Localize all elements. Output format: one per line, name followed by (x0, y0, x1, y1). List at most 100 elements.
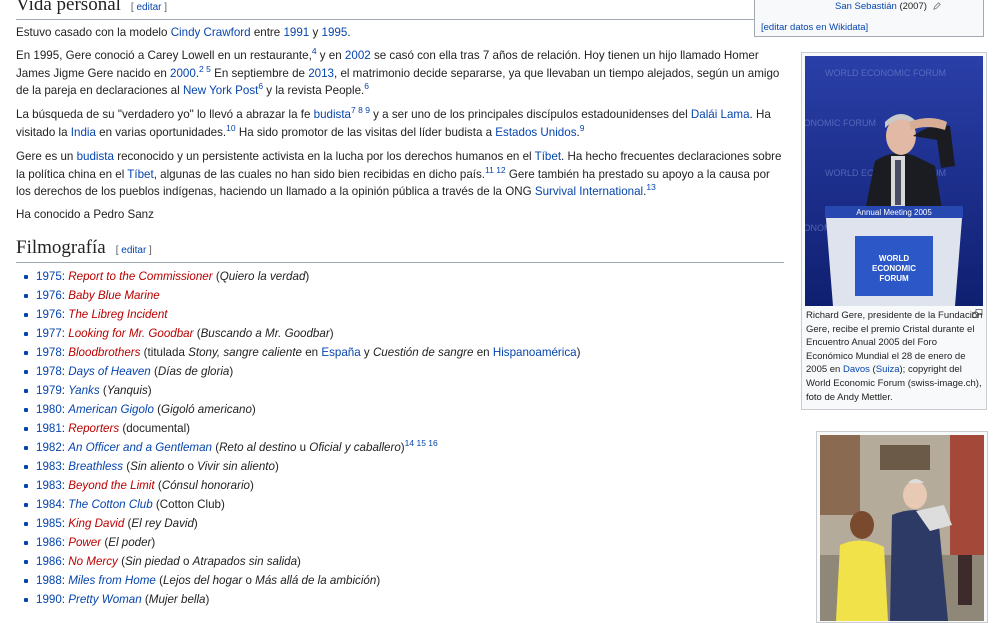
film-title-link[interactable]: An Officer and a Gentleman (68, 441, 212, 454)
film-title-link[interactable]: Looking for Mr. Goodbar (68, 327, 193, 340)
edit-section-link[interactable]: editar (121, 245, 146, 256)
film-title-link[interactable]: Yanks (68, 384, 99, 397)
film-title-link[interactable]: Pretty Woman (68, 593, 141, 606)
film-alt-title: El rey David (131, 517, 194, 530)
backdrop-text: WORLD ECONOMIC FORUM (805, 118, 876, 128)
link-tibet[interactable]: Tíbet (127, 168, 153, 181)
inline-link[interactable]: Hispanoamérica (493, 346, 577, 359)
film-year-link[interactable]: 1981 (36, 422, 62, 435)
link-cindy-crawford[interactable]: Cindy Crawford (171, 26, 251, 39)
film-alt-title: Cuestión de sangre (372, 346, 474, 359)
film-year-link[interactable]: 1978 (36, 346, 62, 359)
film-note: u (296, 441, 310, 454)
reference[interactable]: 10 (226, 123, 235, 133)
podium-logo-text: ECONOMIC (872, 264, 916, 273)
film-year-link[interactable]: 1986 (36, 555, 62, 568)
film-alt-title: Atrapados sin salida (192, 555, 298, 568)
film-title-link[interactable]: The Libreg Incident (68, 308, 167, 321)
filmography-list: 1975: Report to the Commissioner (Quiero… (16, 267, 580, 609)
film-alt-title: Sin aliento (130, 460, 185, 473)
paragraph: Estuvo casado con la modelo Cindy Crawfo… (16, 26, 351, 39)
paragraph: Gere es un budista reconocido y un persi… (16, 150, 782, 198)
film-alt-title: Reto al destino (219, 441, 297, 454)
film-title-link[interactable]: Miles from Home (68, 574, 156, 587)
reference[interactable]: 14 15 16 (405, 438, 438, 448)
film-year-link[interactable]: 1984 (36, 498, 62, 511)
reference[interactable]: 11 12 (485, 165, 506, 175)
link-tibet[interactable]: Tíbet (535, 150, 561, 163)
filmography-item: 1979: Yanks (Yanquis) (23, 381, 580, 400)
link-1995[interactable]: 1995 (322, 26, 348, 39)
film-title-link[interactable]: Beyond the Limit (68, 479, 154, 492)
film-year-link[interactable]: 1988 (36, 574, 62, 587)
film-year-link[interactable]: 1976 (36, 289, 62, 302)
link-budista[interactable]: budista (77, 150, 114, 163)
link-san-sebastian[interactable]: San Sebastián (835, 1, 897, 12)
film-year-link[interactable]: 1985 (36, 517, 62, 530)
film-note: ) (305, 270, 310, 283)
link-2000[interactable]: 2000 (170, 67, 196, 80)
reference[interactable]: 2 5 (199, 64, 211, 74)
film-alt-title: Oficial y caballero (309, 441, 401, 454)
photo-richard-gere-davos[interactable]: WORLD ECONOMIC FORUM WORLD ECONOMIC FORU… (805, 56, 983, 306)
film-year-link[interactable]: 1983 (36, 479, 62, 492)
film-year-link[interactable]: 1983 (36, 460, 62, 473)
photo-street-scene[interactable] (820, 435, 984, 621)
film-year-link[interactable]: 1976 (36, 308, 62, 321)
film-year-link[interactable]: 1990 (36, 593, 62, 606)
film-note: ( (155, 574, 163, 587)
link-india[interactable]: India (71, 126, 96, 139)
film-title-link[interactable]: King David (68, 517, 124, 530)
link-dalai-lama[interactable]: Dalái Lama (691, 108, 750, 121)
filmography-item: 1976: Baby Blue Marine (23, 286, 580, 305)
film-title-link[interactable]: Breathless (68, 460, 123, 473)
film-title-link[interactable]: Power (68, 536, 101, 549)
film-title-link[interactable]: American Gigolo (68, 403, 154, 416)
film-note: ) (376, 574, 381, 587)
reference[interactable]: 9 (580, 123, 585, 133)
filmography-item: 1988: Miles from Home (Lejos del hogar o… (23, 571, 580, 590)
film-year-link[interactable]: 1982 (36, 441, 62, 454)
edit-wikidata-link[interactable]: [editar datos en Wikidata] (761, 22, 868, 33)
film-note: ( (154, 479, 162, 492)
link-budista[interactable]: budista (314, 108, 351, 121)
film-title-link[interactable]: Days of Heaven (68, 365, 151, 378)
film-title-link[interactable]: Baby Blue Marine (68, 289, 160, 302)
film-title-link[interactable]: Reporters (68, 422, 119, 435)
edit-section-link[interactable]: editar (136, 2, 161, 13)
link-estados-unidos[interactable]: Estados Unidos (495, 126, 576, 139)
film-title-link[interactable]: Bloodbrothers (68, 346, 140, 359)
reference[interactable]: 7 8 9 (351, 105, 370, 115)
reference[interactable]: 6 (364, 81, 369, 91)
film-note: o (179, 555, 193, 568)
film-note: ) (147, 384, 152, 397)
link-1991[interactable]: 1991 (283, 26, 309, 39)
film-title-link[interactable]: Report to the Commissioner (68, 270, 212, 283)
film-year-link[interactable]: 1986 (36, 536, 62, 549)
film-year-link[interactable]: 1978 (36, 365, 62, 378)
link-survival-international[interactable]: Survival International (535, 185, 643, 198)
film-title-link[interactable]: No Mercy (68, 555, 118, 568)
film-note: ) (329, 327, 334, 340)
podium-banner: Annual Meeting 2005 (856, 208, 932, 217)
film-note: en (473, 346, 493, 359)
link-2013[interactable]: 2013 (308, 67, 334, 80)
pencil-icon[interactable] (932, 2, 941, 11)
film-title-link[interactable]: The Cotton Club (68, 498, 152, 511)
film-year-link[interactable]: 1977 (36, 327, 62, 340)
film-note: ( (141, 593, 149, 606)
thumbnail-photo-2 (816, 431, 988, 623)
link-suiza[interactable]: Suiza (876, 364, 900, 375)
inline-link[interactable]: España (321, 346, 360, 359)
film-year-link[interactable]: 1980 (36, 403, 62, 416)
filmography-item: 1978: Days of Heaven (Días de gloria) (23, 362, 580, 381)
film-alt-title: Quiero la verdad (219, 270, 306, 283)
link-davos[interactable]: Davos (843, 364, 870, 375)
link-new-york-post[interactable]: New York Post (183, 84, 258, 97)
film-note: ) (151, 536, 156, 549)
film-year-link[interactable]: 1979 (36, 384, 62, 397)
reference[interactable]: 13 (646, 182, 655, 192)
film-year-link[interactable]: 1975 (36, 270, 62, 283)
film-note: (Cotton Club) (152, 498, 225, 511)
link-2002[interactable]: 2002 (345, 49, 371, 62)
